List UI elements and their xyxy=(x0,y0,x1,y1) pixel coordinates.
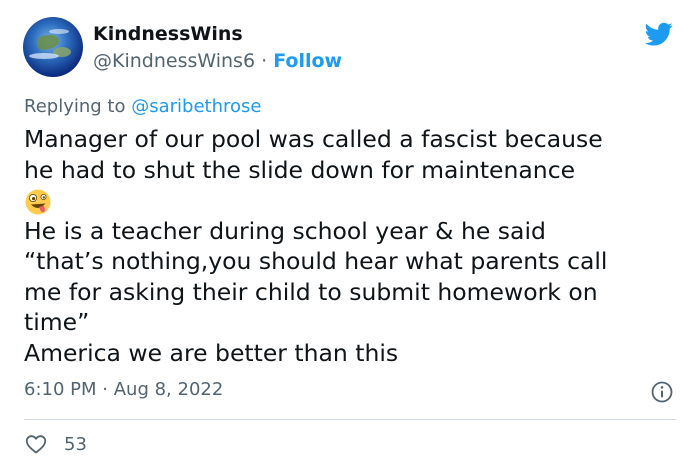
zany-face-emoji-icon xyxy=(25,189,51,214)
like-button[interactable]: 53 xyxy=(24,432,87,456)
timestamp-row: 6:10 PM · Aug 8, 2022 xyxy=(24,379,223,400)
tweet-date[interactable]: Aug 8, 2022 xyxy=(114,379,224,400)
author-handle[interactable]: @KindnessWins6 xyxy=(93,50,255,72)
divider xyxy=(24,419,676,420)
replying-to: Replying to @saribethrose xyxy=(24,96,261,117)
tweet-line: time” xyxy=(24,308,90,336)
tweet-text: Manager of our pool was called a fascist… xyxy=(24,124,684,368)
replying-prefix: Replying to xyxy=(24,96,126,117)
handle-separator: · xyxy=(261,50,268,72)
timestamp-separator: · xyxy=(102,379,108,400)
avatar[interactable] xyxy=(23,17,83,77)
tweet-line: he had to shut the slide down for mainte… xyxy=(24,155,576,184)
follow-button[interactable]: Follow xyxy=(273,50,342,72)
tweet-time[interactable]: 6:10 PM xyxy=(24,379,97,400)
tweet-line: America we are better than this xyxy=(24,338,399,367)
like-count: 53 xyxy=(64,433,87,455)
tweet-emoji-line xyxy=(24,185,684,216)
info-icon[interactable] xyxy=(650,380,674,404)
reply-mention-link[interactable]: @saribethrose xyxy=(131,96,261,117)
tweet-line: He is a teacher during school year & he … xyxy=(24,216,546,245)
author-handle-row: @KindnessWins6 · Follow xyxy=(93,50,342,72)
tweet-line: Manager of our pool was called a fascist… xyxy=(24,125,603,153)
tweet-line: “that’s nothing,you should hear what par… xyxy=(24,247,608,275)
heart-icon[interactable] xyxy=(24,432,48,456)
twitter-bird-icon[interactable] xyxy=(642,20,676,48)
tweet-line: me for asking their child to submit home… xyxy=(24,277,598,306)
author-display-name[interactable]: KindnessWins xyxy=(93,23,243,45)
